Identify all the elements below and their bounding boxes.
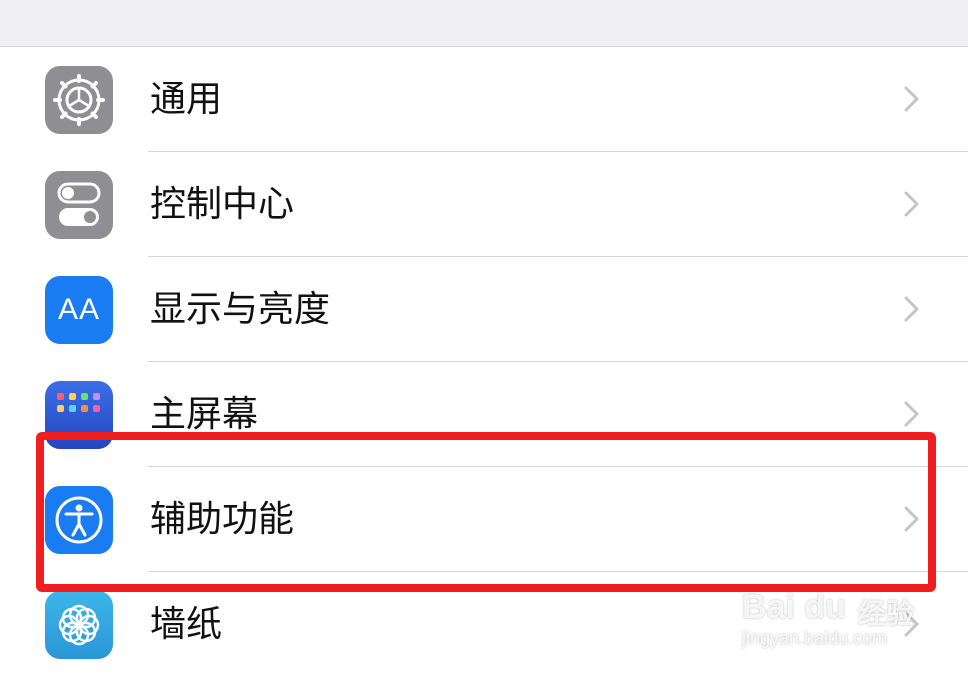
baidu-jingyan-watermark: Bai du 经验 jingyan.baidu.com: [742, 576, 960, 670]
settings-row-label: 显示与亮度: [150, 289, 331, 330]
accessibility-icon: [45, 486, 113, 554]
settings-row-label: 通用: [150, 79, 223, 120]
settings-row-accessibility[interactable]: 辅助功能: [0, 467, 968, 572]
settings-row-control-center[interactable]: 控制中心: [0, 152, 968, 257]
toggles-icon: [45, 171, 113, 239]
settings-row-display-brightness[interactable]: AA 显示与亮度: [0, 257, 968, 362]
settings-row-label: 控制中心: [150, 184, 295, 225]
watermark-url: jingyan.baidu.com: [742, 628, 888, 648]
watermark-brand-cn: 经验: [858, 597, 915, 630]
text-size-icon: AA: [45, 276, 113, 344]
settings-row-label: 墙纸: [150, 604, 223, 645]
gear-icon: [45, 66, 113, 134]
chevron-right-icon: [904, 401, 919, 427]
settings-row-label: 辅助功能: [150, 499, 295, 540]
flower-icon: [45, 591, 113, 659]
settings-row-label: 主屏幕: [150, 394, 259, 435]
chevron-right-icon: [904, 86, 919, 112]
nav-header-background: [0, 0, 968, 47]
settings-row-home-screen[interactable]: 主屏幕: [0, 362, 968, 467]
watermark-brand: Bai du: [742, 588, 846, 626]
settings-row-general[interactable]: 通用: [0, 47, 968, 152]
chevron-right-icon: [904, 191, 919, 217]
text-size-glyph: AA: [57, 293, 101, 326]
chevron-right-icon: [904, 296, 919, 322]
chevron-right-icon: [904, 506, 919, 532]
home-grid-icon: [45, 381, 113, 449]
